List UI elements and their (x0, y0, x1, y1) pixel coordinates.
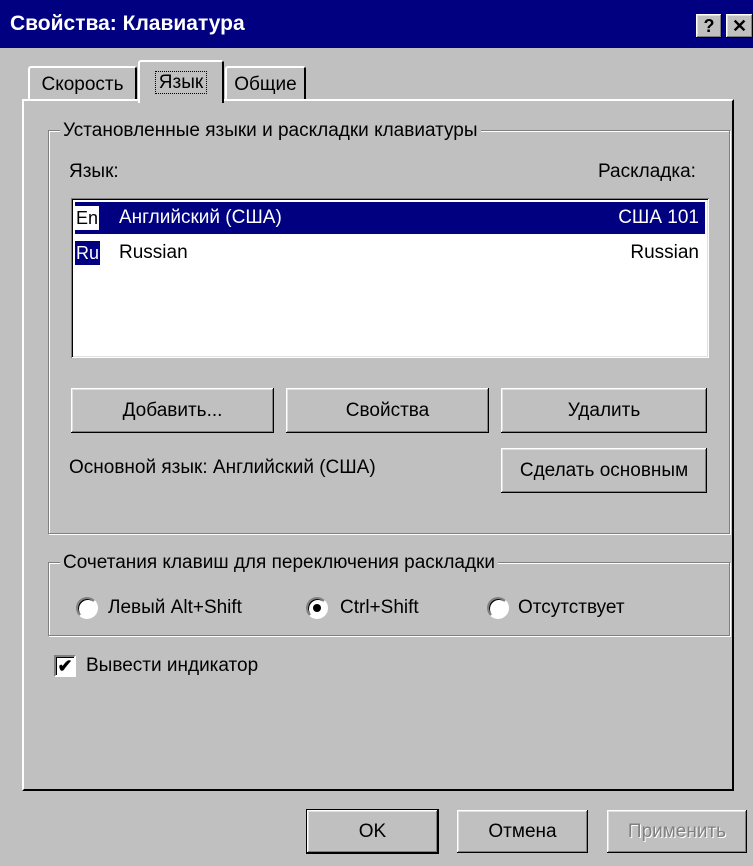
layout-name: Russian (630, 242, 699, 263)
window-title: Свойства: Клавиатура (10, 12, 245, 35)
title-bar[interactable]: Свойства: Клавиатура ? ✕ (0, 0, 753, 48)
remove-language-button[interactable]: Удалить (501, 388, 707, 433)
installed-languages-legend: Установленные языки и раскладки клавиату… (60, 120, 481, 142)
cancel-label: Отмена (488, 820, 557, 842)
radio-ctrl-shift[interactable] (306, 597, 328, 619)
tab-panel-language: Установленные языки и раскладки клавиату… (22, 99, 734, 791)
language-column-label: Язык: (69, 161, 119, 182)
remove-language-label: Удалить (567, 399, 641, 421)
language-badge-en: En (75, 206, 100, 230)
indicator-label[interactable]: Вывести индикатор (86, 655, 258, 677)
cancel-button[interactable]: Отмена (457, 810, 588, 853)
tab-language-label: Язык (154, 71, 208, 94)
tab-general[interactable]: Общие (225, 66, 306, 101)
set-default-label: Сделать основным (519, 459, 689, 481)
language-name: Russian (119, 242, 188, 263)
language-list[interactable]: En Английский (США) США 101 Ru Russian R… (71, 198, 709, 358)
keyboard-properties-dialog: Свойства: Клавиатура ? ✕ Скорость Язык О… (0, 0, 753, 866)
switch-hotkey-legend: Сочетания клавиш для переключения раскла… (60, 552, 498, 574)
ok-button[interactable]: OK (306, 809, 439, 854)
tab-speed-label: Скорость (41, 74, 124, 95)
list-item-english[interactable]: En Английский (США) США 101 (75, 202, 705, 234)
add-language-label: Добавить... (122, 399, 223, 421)
indicator-checkbox[interactable]: ✔ (54, 655, 76, 677)
layout-name: США 101 (618, 207, 699, 228)
ok-label: OK (358, 820, 387, 842)
apply-label: Применить (627, 820, 727, 842)
radio-ctrl-shift-label[interactable]: Ctrl+Shift (340, 597, 419, 619)
default-language-text: Основной язык: Английский (США) (69, 457, 376, 478)
check-mark-icon: ✔ (57, 656, 73, 676)
radio-none-label[interactable]: Отсутствует (518, 597, 625, 619)
language-name: Английский (США) (119, 207, 282, 228)
radio-none[interactable] (487, 597, 509, 619)
help-button[interactable]: ? (696, 14, 722, 38)
radio-selected-dot (313, 604, 321, 612)
language-badge-ru: Ru (75, 241, 101, 265)
tab-general-label: Общие (234, 74, 297, 95)
language-properties-label: Свойства (345, 399, 430, 421)
tab-language[interactable]: Язык (138, 60, 224, 103)
radio-left-alt-shift[interactable] (76, 597, 98, 619)
add-language-button[interactable]: Добавить... (71, 388, 274, 433)
radio-left-alt-shift-label[interactable]: Левый Alt+Shift (108, 597, 242, 619)
tab-speed[interactable]: Скорость (28, 66, 137, 101)
list-item-russian[interactable]: Ru Russian Russian (75, 237, 705, 269)
apply-button: Применить (607, 810, 747, 853)
layout-column-label: Раскладка: (598, 161, 696, 182)
set-default-button[interactable]: Сделать основным (501, 448, 707, 493)
close-button[interactable]: ✕ (726, 14, 753, 38)
language-properties-button[interactable]: Свойства (286, 388, 489, 433)
